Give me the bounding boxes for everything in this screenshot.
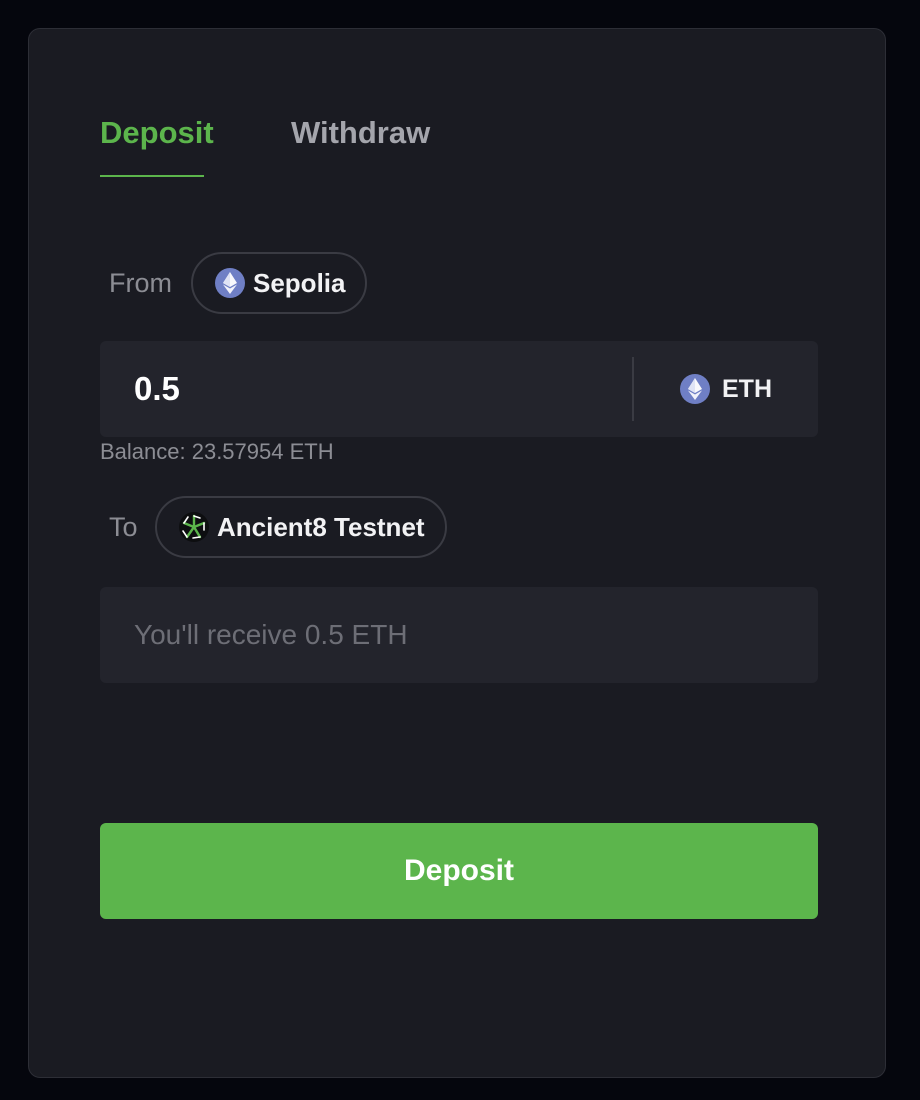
receive-field: You'll receive 0.5 ETH [100, 587, 818, 683]
amount-field: ETH [100, 341, 818, 437]
token-symbol: ETH [722, 374, 772, 403]
deposit-button[interactable]: Deposit [100, 823, 818, 919]
tab-withdraw[interactable]: Withdraw [291, 113, 430, 153]
from-chain-name: Sepolia [253, 267, 346, 298]
receive-amount-text: You'll receive 0.5 ETH [134, 619, 408, 650]
balance-text: Balance: 23.57954 ETH [100, 439, 334, 464]
active-tab-underline [100, 175, 204, 177]
token-selector[interactable]: ETH [634, 341, 818, 437]
to-chain-selector[interactable]: Ancient8 Testnet [155, 496, 447, 558]
from-label: From [109, 268, 172, 298]
from-chain-selector[interactable]: Sepolia [191, 252, 368, 314]
tab-deposit[interactable]: Deposit [100, 113, 214, 153]
ancient8-icon [179, 512, 209, 542]
bridge-card: Deposit Withdraw From Sepolia ETH [28, 28, 886, 1078]
ethereum-icon [215, 268, 245, 298]
amount-input[interactable] [100, 341, 630, 437]
to-chain-name: Ancient8 Testnet [217, 511, 425, 542]
ethereum-icon [680, 374, 710, 404]
to-label: To [109, 512, 138, 542]
